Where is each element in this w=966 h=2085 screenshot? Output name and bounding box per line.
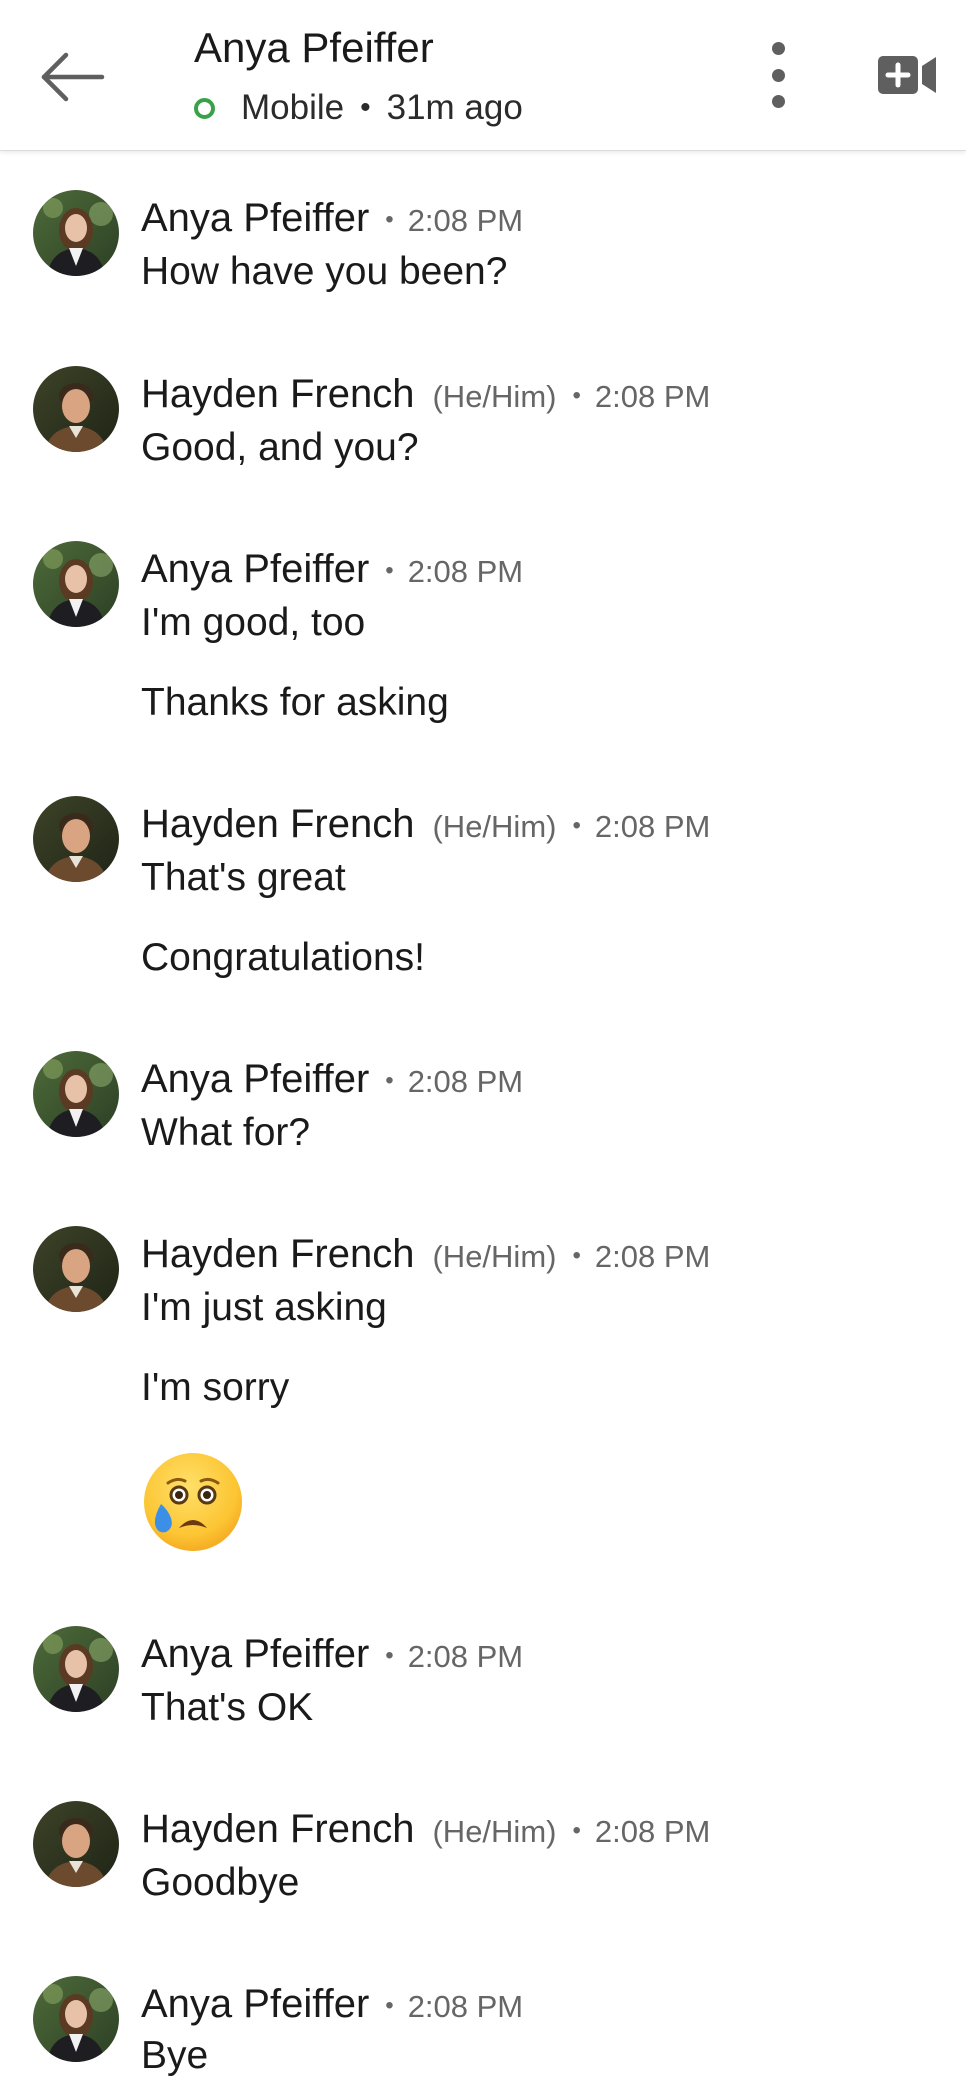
meta-separator: • <box>385 206 394 233</box>
message-time: 2:08 PM <box>594 809 711 844</box>
meta-separator: • <box>385 1642 394 1669</box>
avatar-anya[interactable] <box>33 541 119 627</box>
meta-separator: • <box>385 1992 394 2019</box>
message-text: Bye <box>141 2034 209 2077</box>
message-text: Goodbye <box>141 1861 300 1904</box>
message-time: 2:08 PM <box>407 1639 524 1674</box>
message-text: Good, and you? <box>141 426 419 469</box>
avatar-hayden[interactable] <box>33 366 119 452</box>
sender-name[interactable]: Anya Pfeiffer <box>141 196 369 241</box>
message-text: Thanks for asking <box>141 681 449 724</box>
message-meta: Hayden French (He/Him) • 2:08 PM <box>141 1807 710 1852</box>
sender-name[interactable]: Hayden French <box>141 1807 414 1852</box>
sender-pronouns: (He/Him) <box>432 1239 557 1274</box>
message-time: 2:08 PM <box>407 203 524 238</box>
message-group: Anya Pfeiffer • 2:08 PM I'm good, too Th… <box>0 541 966 724</box>
message-meta: Anya Pfeiffer • 2:08 PM <box>141 1982 523 2027</box>
message-text: I'm just asking <box>141 1286 387 1329</box>
message-text: I'm good, too <box>141 601 366 644</box>
contact-name[interactable]: Anya Pfeiffer <box>194 24 434 72</box>
message-text: How have you been? <box>141 250 508 293</box>
message-group: Hayden French (He/Him) • 2:08 PM That's … <box>0 796 966 979</box>
message-time: 2:08 PM <box>407 554 524 589</box>
message-group: Anya Pfeiffer • 2:08 PM How have you bee… <box>0 190 966 300</box>
message-meta: Hayden French (He/Him) • 2:08 PM <box>141 372 710 417</box>
more-vertical-icon <box>771 42 785 55</box>
message-meta: Anya Pfeiffer • 2:08 PM <box>141 1632 523 1677</box>
message-time: 2:08 PM <box>594 1239 711 1274</box>
message-text: What for? <box>141 1111 311 1154</box>
avatar-anya[interactable] <box>33 1976 119 2062</box>
meta-separator: • <box>385 557 394 584</box>
message-group: Anya Pfeiffer • 2:08 PM That's OK <box>0 1626 966 1736</box>
meta-separator: • <box>572 1817 581 1844</box>
last-seen: 31m ago <box>386 88 523 127</box>
meta-separator: • <box>572 812 581 839</box>
message-time: 2:08 PM <box>407 1989 524 2024</box>
online-status-icon <box>194 97 215 119</box>
message-group: Hayden French (He/Him) • 2:08 PM Goodbye <box>0 1801 966 1911</box>
sender-pronouns: (He/Him) <box>432 379 557 414</box>
avatar-hayden[interactable] <box>33 1226 119 1312</box>
conversation-header: Anya Pfeiffer Mobile • 31m ago <box>0 0 966 151</box>
message-meta: Anya Pfeiffer • 2:08 PM <box>141 547 523 592</box>
message-meta: Anya Pfeiffer • 2:08 PM <box>141 1057 523 1102</box>
avatar-anya[interactable] <box>33 1051 119 1137</box>
message-text: That's OK <box>141 1686 314 1729</box>
sender-name[interactable]: Hayden French <box>141 802 414 847</box>
status-separator: • <box>360 91 371 124</box>
meta-separator: • <box>385 1067 394 1094</box>
message-time: 2:08 PM <box>407 1064 524 1099</box>
back-button[interactable] <box>36 42 116 112</box>
avatar-hayden[interactable] <box>33 1801 119 1887</box>
message-group: Anya Pfeiffer • 2:08 PM Bye <box>0 1976 966 2085</box>
meta-separator: • <box>572 382 581 409</box>
message-meta: Hayden French (He/Him) • 2:08 PM <box>141 1232 710 1277</box>
sender-name[interactable]: Anya Pfeiffer <box>141 547 369 592</box>
crying-face-emoji <box>141 1450 245 1554</box>
video-call-button[interactable] <box>876 52 940 98</box>
sender-name[interactable]: Hayden French <box>141 372 414 417</box>
message-text: I'm sorry <box>141 1366 290 1409</box>
meta-separator: • <box>572 1242 581 1269</box>
video-call-add-icon <box>878 56 936 94</box>
message-meta: Anya Pfeiffer • 2:08 PM <box>141 196 523 241</box>
sender-name[interactable]: Hayden French <box>141 1232 414 1277</box>
sender-name[interactable]: Anya Pfeiffer <box>141 1982 369 2027</box>
sender-pronouns: (He/Him) <box>432 1814 557 1849</box>
avatar-anya[interactable] <box>33 1626 119 1712</box>
message-time: 2:08 PM <box>594 379 711 414</box>
presence-status: Mobile • 31m ago <box>194 88 523 128</box>
status-device: Mobile <box>241 88 345 127</box>
more-options-button[interactable] <box>760 42 796 108</box>
message-text: That's great <box>141 856 346 899</box>
avatar-anya[interactable] <box>33 190 119 276</box>
message-group: Hayden French (He/Him) • 2:08 PM I'm jus… <box>0 1226 966 1566</box>
arrow-left-icon <box>41 52 105 102</box>
message-text: Congratulations! <box>141 936 426 979</box>
message-time: 2:08 PM <box>594 1814 711 1849</box>
avatar-hayden[interactable] <box>33 796 119 882</box>
message-meta: Hayden French (He/Him) • 2:08 PM <box>141 802 710 847</box>
message-group: Anya Pfeiffer • 2:08 PM What for? <box>0 1051 966 1161</box>
sender-name[interactable]: Anya Pfeiffer <box>141 1632 369 1677</box>
message-group: Hayden French (He/Him) • 2:08 PM Good, a… <box>0 366 966 476</box>
sender-pronouns: (He/Him) <box>432 809 557 844</box>
sender-name[interactable]: Anya Pfeiffer <box>141 1057 369 1102</box>
